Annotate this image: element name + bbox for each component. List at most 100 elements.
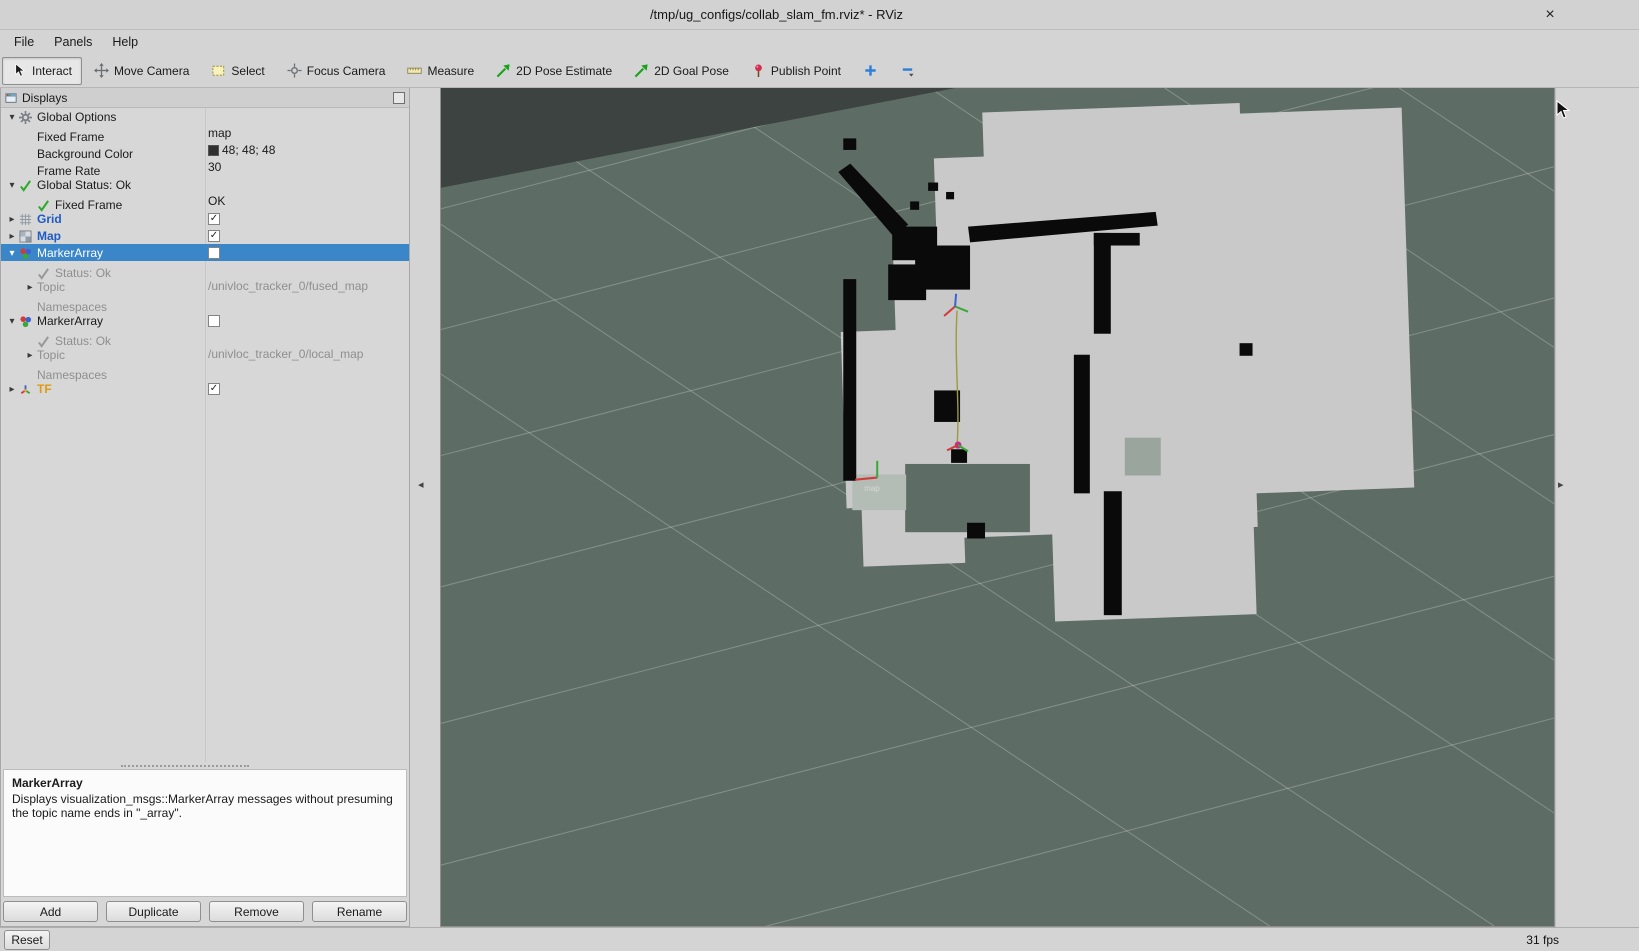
description-body: Displays visualization_msgs::MarkerArray… bbox=[12, 792, 398, 821]
toolbar: Interact Move CameraSelect Focus Camera Mea… bbox=[0, 54, 1639, 88]
goal-pose-arrow-icon bbox=[634, 63, 649, 78]
fps-counter: 31 fps bbox=[1526, 933, 1559, 947]
tool-label: 2D Goal Pose bbox=[654, 64, 729, 78]
row-value: /univloc_tracker_0/fused_map bbox=[208, 278, 368, 295]
row-value: ✓ bbox=[208, 210, 220, 227]
tool-remove-tool[interactable] bbox=[890, 57, 925, 85]
tree-row-fixed-frame[interactable]: Fixed Framemap bbox=[1, 125, 409, 142]
row-value: /univloc_tracker_0/local_map bbox=[208, 346, 363, 363]
tree-row-namespaces[interactable]: Namespaces bbox=[1, 363, 409, 380]
panel-title: Displays bbox=[22, 91, 388, 105]
tool-publish-point[interactable]: Publish Point bbox=[741, 57, 851, 85]
tree-row-tf[interactable]: ▸ TF ✓ bbox=[1, 380, 409, 397]
close-window-icon[interactable]: × bbox=[1539, 4, 1561, 26]
row-value bbox=[208, 312, 220, 329]
row-value: ✓ bbox=[208, 227, 220, 244]
menu-file[interactable]: File bbox=[4, 30, 44, 54]
expand-arrow-icon[interactable]: ▸ bbox=[5, 381, 19, 398]
tool-label: Measure bbox=[427, 64, 474, 78]
tree-row-topic[interactable]: ▸Topic/univloc_tracker_0/fused_map bbox=[1, 278, 409, 295]
tree-row-background-color[interactable]: Background Color48; 48; 48 bbox=[1, 142, 409, 159]
expand-arrow-icon[interactable]: ▸ bbox=[5, 211, 19, 228]
collapse-arrow-icon[interactable]: ▾ bbox=[5, 177, 19, 194]
interact-hand-icon bbox=[12, 63, 27, 78]
tree-row-namespaces[interactable]: Namespaces bbox=[1, 295, 409, 312]
tool-2d-goal-pose[interactable]: 2D Goal Pose bbox=[624, 57, 739, 85]
menu-panels[interactable]: Panels bbox=[44, 30, 102, 54]
row-label: TF bbox=[37, 381, 52, 398]
tree-row-topic[interactable]: ▸Topic/univloc_tracker_0/local_map bbox=[1, 346, 409, 363]
displays-panel: Displays ▾ Global OptionsFixed FramemapBa… bbox=[0, 88, 410, 927]
remove-display-button[interactable]: Remove bbox=[209, 901, 304, 922]
tree-row-status-ok[interactable]: Status: Ok bbox=[1, 329, 409, 346]
tool-select[interactable]: Select bbox=[201, 57, 274, 85]
tool-label: Publish Point bbox=[771, 64, 841, 78]
tree-row-global-options[interactable]: ▾ Global Options bbox=[1, 108, 409, 125]
gear-icon bbox=[19, 111, 37, 124]
rename-display-button[interactable]: Rename bbox=[312, 901, 407, 922]
tree-row-markerarray[interactable]: ▾ MarkerArray bbox=[1, 244, 409, 261]
tool-measure[interactable]: Measure bbox=[397, 57, 484, 85]
display-description: MarkerArray Displays visualization_msgs:… bbox=[3, 769, 407, 897]
rviz-window: /tmp/ug_configs/collab_slam_fm.rviz* - R… bbox=[0, 0, 1639, 951]
main-area: Displays ▾ Global OptionsFixed FramemapBa… bbox=[0, 88, 1639, 927]
tree-row-fixed-frame[interactable]: Fixed FrameOK bbox=[1, 193, 409, 210]
row-label: Global Options bbox=[37, 109, 116, 126]
right-dock-area: ▸ bbox=[1555, 88, 1639, 927]
collapse-arrow-icon[interactable]: ▾ bbox=[5, 109, 19, 126]
tree-row-frame-rate[interactable]: Frame Rate30 bbox=[1, 159, 409, 176]
tf-icon bbox=[19, 383, 37, 396]
tree-row-grid[interactable]: ▸Grid✓ bbox=[1, 210, 409, 227]
row-value: 30 bbox=[208, 159, 221, 176]
expand-arrow-icon[interactable]: ▸ bbox=[23, 279, 37, 296]
menu-bar: FilePanelsHelp bbox=[0, 30, 1639, 54]
add-display-button[interactable]: Add bbox=[3, 901, 98, 922]
display-enabled-checkbox[interactable]: ✓ bbox=[208, 230, 220, 242]
map-icon bbox=[19, 230, 37, 243]
tool-2d-pose-estimate[interactable]: 2D Pose Estimate bbox=[486, 57, 622, 85]
tree-row-map[interactable]: ▸ Map ✓ bbox=[1, 227, 409, 244]
tool-move-camera[interactable]: Move Camera bbox=[84, 57, 199, 85]
panel-float-button[interactable] bbox=[393, 92, 405, 104]
reset-button[interactable]: Reset bbox=[4, 930, 50, 950]
expand-arrow-icon[interactable]: ▸ bbox=[23, 347, 37, 364]
grid-icon bbox=[19, 213, 37, 226]
map-frame-label: map bbox=[864, 484, 880, 493]
publish-point-icon bbox=[751, 63, 766, 78]
collapse-arrow-icon[interactable]: ▾ bbox=[5, 245, 19, 262]
tree-row-status-ok[interactable]: Status: Ok bbox=[1, 261, 409, 278]
row-value-text: OK bbox=[208, 193, 225, 210]
tool-label: Focus Camera bbox=[307, 64, 386, 78]
display-enabled-checkbox[interactable] bbox=[208, 247, 220, 259]
tool-label: Interact bbox=[32, 64, 72, 78]
tool-add-tool[interactable] bbox=[853, 57, 888, 85]
add-tool-icon bbox=[863, 63, 878, 78]
row-label: Map bbox=[37, 228, 61, 245]
viewport-3d[interactable]: map bbox=[440, 88, 1555, 927]
menu-help[interactable]: Help bbox=[102, 30, 148, 54]
tool-focus-camera[interactable]: Focus Camera bbox=[277, 57, 396, 85]
displays-panel-header[interactable]: Displays bbox=[1, 88, 409, 108]
row-label: MarkerArray bbox=[37, 245, 103, 262]
tool-interact[interactable]: Interact bbox=[2, 57, 82, 85]
row-value-text: 30 bbox=[208, 159, 221, 176]
panel-splitter-handle[interactable] bbox=[1, 762, 409, 769]
expand-arrow-icon[interactable]: ▸ bbox=[5, 228, 19, 245]
panel-collapse-left-icon[interactable]: ◂ bbox=[418, 478, 424, 491]
tree-row-global-status-ok[interactable]: ▾ Global Status: Ok bbox=[1, 176, 409, 193]
display-enabled-checkbox[interactable]: ✓ bbox=[208, 383, 220, 395]
row-label: Global Status: Ok bbox=[37, 177, 131, 194]
status-bar: Reset 31 fps bbox=[0, 927, 1639, 951]
row-value: ✓ bbox=[208, 380, 220, 397]
display-enabled-checkbox[interactable] bbox=[208, 315, 220, 327]
display-enabled-checkbox[interactable]: ✓ bbox=[208, 213, 220, 225]
panel-collapse-right-icon[interactable]: ▸ bbox=[1558, 478, 1564, 491]
tree-row-markerarray[interactable]: ▾MarkerArray bbox=[1, 312, 409, 329]
title-bar: /tmp/ug_configs/collab_slam_fm.rviz* - R… bbox=[0, 0, 1639, 30]
move-camera-icon bbox=[94, 63, 109, 78]
remove-tool-icon bbox=[900, 63, 915, 78]
displays-tree: ▾ Global OptionsFixed FramemapBackground … bbox=[1, 108, 409, 762]
duplicate-display-button[interactable]: Duplicate bbox=[106, 901, 201, 922]
collapse-arrow-icon[interactable]: ▾ bbox=[5, 313, 19, 330]
select-box-icon bbox=[211, 63, 226, 78]
